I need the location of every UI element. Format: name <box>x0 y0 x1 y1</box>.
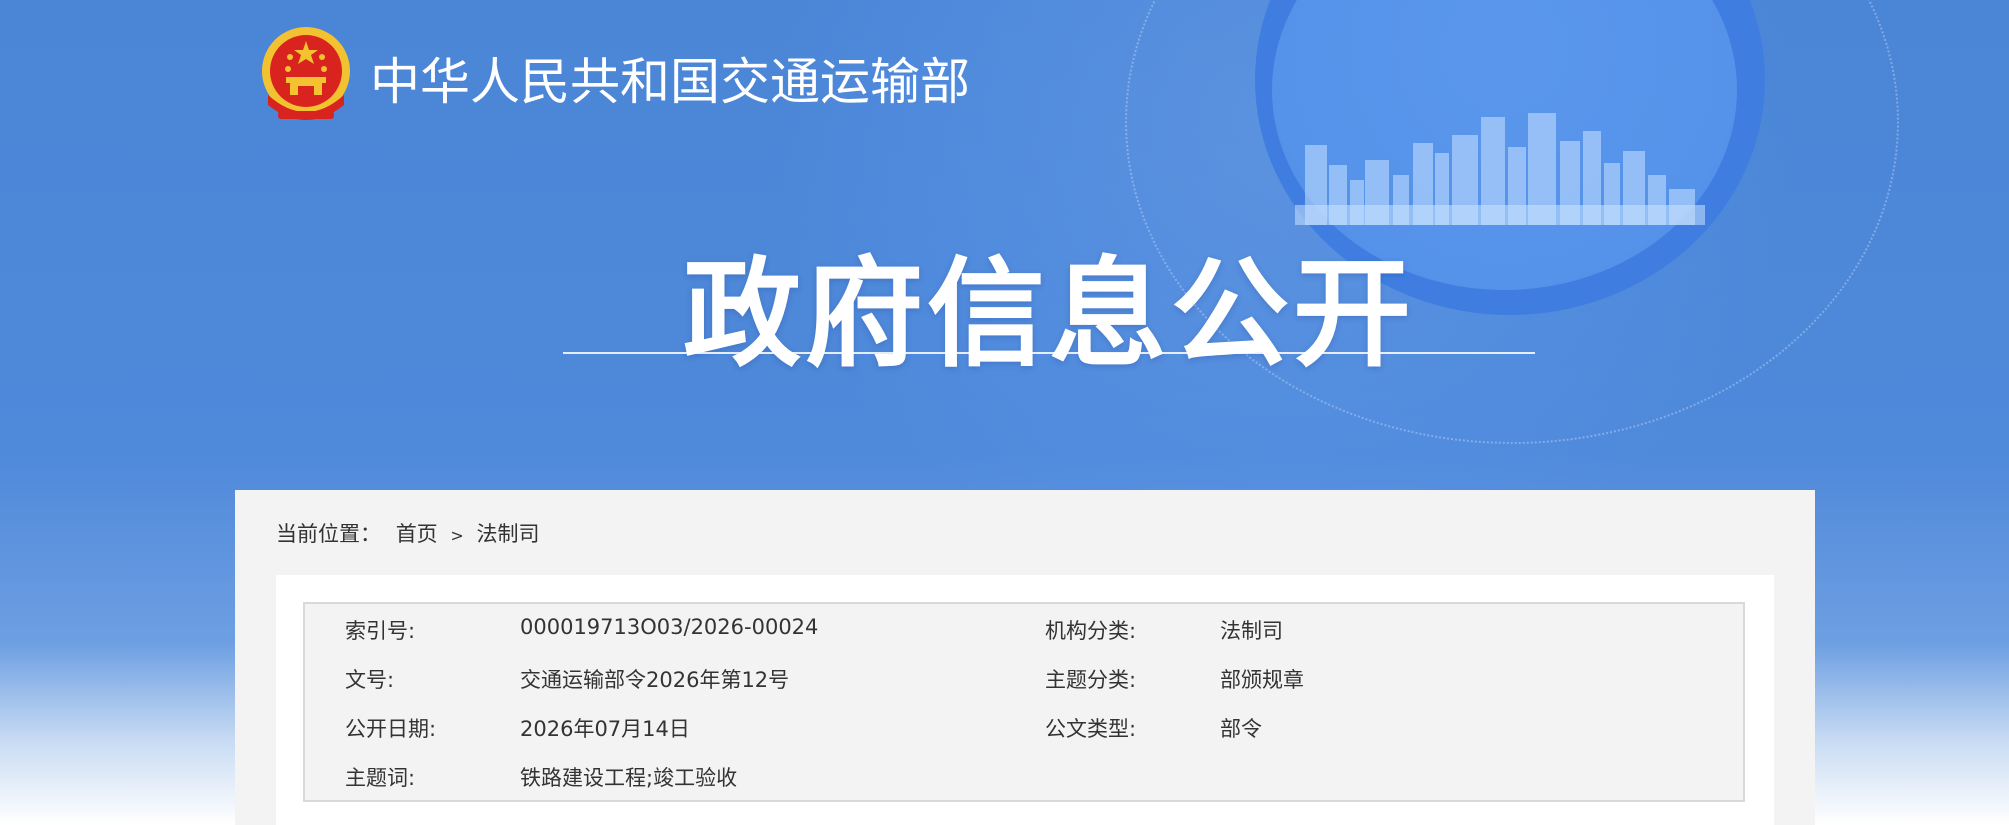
keywords-value: 铁路建设工程;竣工验收 <box>520 766 738 790</box>
city-skyline-illustration <box>1295 113 1705 225</box>
doc-number-value: 交通运输部令2026年第12号 <box>520 668 790 692</box>
breadcrumb: 当前位置： 首页 > 法制司 <box>276 518 539 548</box>
org-label: 机构分类: <box>1045 619 1137 643</box>
topic-label: 主题分类: <box>1045 668 1137 692</box>
keywords-label: 主题词: <box>345 766 416 790</box>
doc-type-label: 公文类型: <box>1045 717 1137 741</box>
org-value: 法制司 <box>1220 619 1283 643</box>
publish-date-value: 2026年07月14日 <box>520 717 690 741</box>
topic-value: 部颁规章 <box>1220 668 1304 692</box>
breadcrumb-label: 当前位置： <box>276 522 381 546</box>
national-emblem-logo <box>262 27 350 120</box>
breadcrumb-department-link[interactable]: 法制司 <box>476 522 539 546</box>
doc-type-value: 部令 <box>1220 717 1262 741</box>
page-headline: 政府信息公开 <box>682 245 1415 383</box>
ministry-name: 中华人民共和国交通运输部 <box>370 53 970 111</box>
index-value: 000019713O03/2026-00024 <box>520 615 819 639</box>
doc-number-label: 文号: <box>345 668 395 692</box>
breadcrumb-separator: > <box>450 526 464 545</box>
publish-date-label: 公开日期: <box>345 717 437 741</box>
index-label: 索引号: <box>345 619 416 643</box>
headline-divider <box>563 352 1535 354</box>
breadcrumb-home-link[interactable]: 首页 <box>396 522 438 546</box>
